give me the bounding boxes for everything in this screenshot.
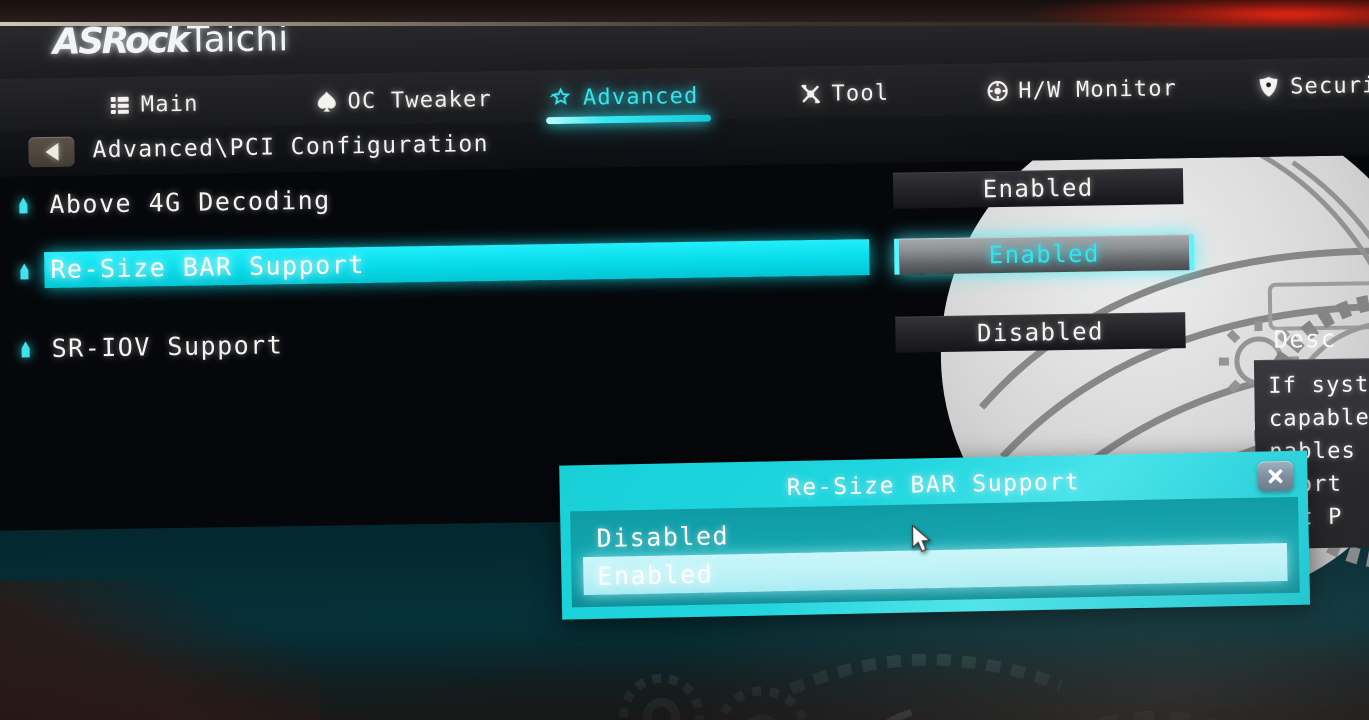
settings-values: Enabled Enabled Disabled: [0, 165, 1369, 397]
value-sr-iov-support[interactable]: Disabled: [895, 312, 1186, 353]
nav-tab-tool-label: Tool: [831, 80, 890, 107]
nav-tab-main-label: Main: [140, 91, 199, 118]
nav-tab-advanced[interactable]: Advanced: [544, 73, 711, 125]
nav-tab-advanced-label: Advanced: [582, 83, 699, 111]
value-above-4g-decoding[interactable]: Enabled: [892, 168, 1184, 209]
grid-icon: [108, 93, 132, 117]
value-resize-bar-support[interactable]: Enabled: [893, 234, 1195, 275]
value-row: Disabled: [0, 309, 1369, 371]
close-icon[interactable]: [1257, 460, 1294, 492]
value-row: Enabled: [0, 231, 1369, 293]
bios-screen: ASRockTaichi Main OC Tweaker Advanced To…: [0, 0, 1369, 720]
resize-bar-dialog: Re-Size BAR Support Disabled Enabled: [559, 450, 1311, 620]
back-arrow-icon[interactable]: [28, 136, 75, 168]
nav-tab-oc-tweaker-label: OC Tweaker: [347, 86, 493, 114]
nav-tab-security-label: Security: [1289, 72, 1369, 99]
nav-tab-oc-tweaker[interactable]: OC Tweaker: [308, 76, 498, 125]
nav-tab-main[interactable]: Main: [101, 81, 204, 129]
description-line: capable: [1268, 405, 1369, 432]
description-line: If syst: [1268, 372, 1369, 399]
nav-tab-hw-monitor-label: H/W Monitor: [1018, 75, 1178, 104]
red-led-glow: [1029, 0, 1369, 28]
back-arrow-glyph: [44, 142, 59, 162]
description-title: Desc: [1273, 324, 1337, 354]
dialog-option-list: Disabled Enabled: [570, 496, 1300, 608]
tools-icon: [798, 82, 822, 106]
crosshair-icon: [985, 79, 1009, 103]
active-tab-underline: [546, 114, 711, 125]
nav-tab-tool[interactable]: Tool: [792, 70, 895, 118]
star-icon: [549, 86, 574, 110]
mouse-pointer-icon: [910, 524, 932, 554]
nav-tab-hw-monitor[interactable]: H/W Monitor: [979, 65, 1184, 114]
monitor-photo: ASRockTaichi Main OC Tweaker Advanced To…: [0, 0, 1369, 720]
nav-tab-security[interactable]: Security: [1251, 62, 1369, 111]
shield-icon: [1257, 75, 1281, 99]
brand-asrock: ASRock: [52, 19, 188, 63]
dialog-title: Re-Size BAR Support: [786, 469, 1081, 502]
spade-icon: [314, 89, 338, 113]
